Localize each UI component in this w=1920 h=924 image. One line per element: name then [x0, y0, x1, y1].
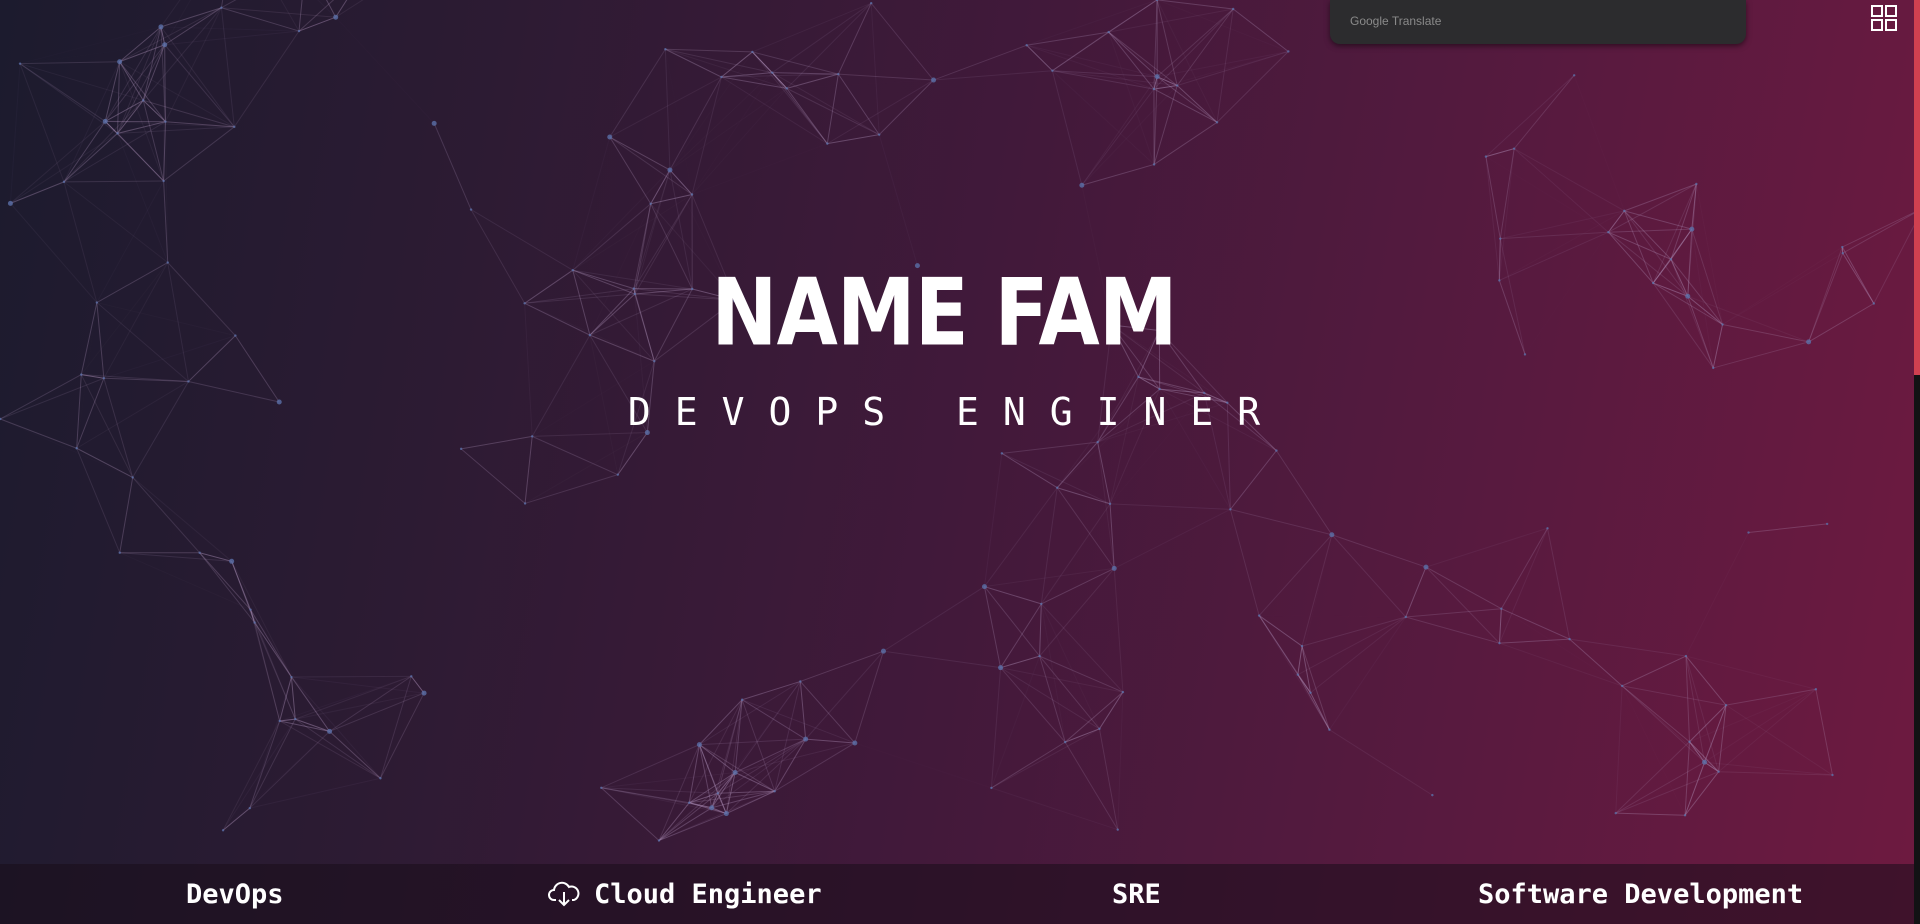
skill-label: Cloud Engineer [594, 878, 822, 910]
apps-grid-icon[interactable] [1870, 4, 1898, 32]
skill-devops[interactable]: DevOps [186, 864, 284, 924]
scrollbar[interactable] [1914, 0, 1920, 924]
skill-label: DevOps [186, 878, 284, 910]
hero-name: NAME FAM [711, 259, 1177, 367]
hero-role: DEVOPS ENGINER [627, 390, 1285, 434]
skill-cloud-engineer[interactable]: Cloud Engineer [548, 864, 822, 924]
skill-label: SRE [1112, 878, 1161, 910]
particle-network-background [0, 0, 1920, 842]
skills-bar: DevOps Cloud Engineer SRE Software Devel… [0, 864, 1914, 924]
skill-sre[interactable]: SRE [1112, 864, 1161, 924]
cloud-download-icon [548, 881, 580, 907]
skill-software-development[interactable]: Software Development [1478, 864, 1803, 924]
google-translate-label: Google Translate [1350, 14, 1442, 28]
hero: NAME FAM DEVOPS ENGINER [0, 259, 1888, 434]
google-translate-panel[interactable]: Google Translate [1330, 0, 1746, 44]
scrollbar-thumb[interactable] [1914, 0, 1920, 375]
skill-label: Software Development [1478, 878, 1804, 910]
